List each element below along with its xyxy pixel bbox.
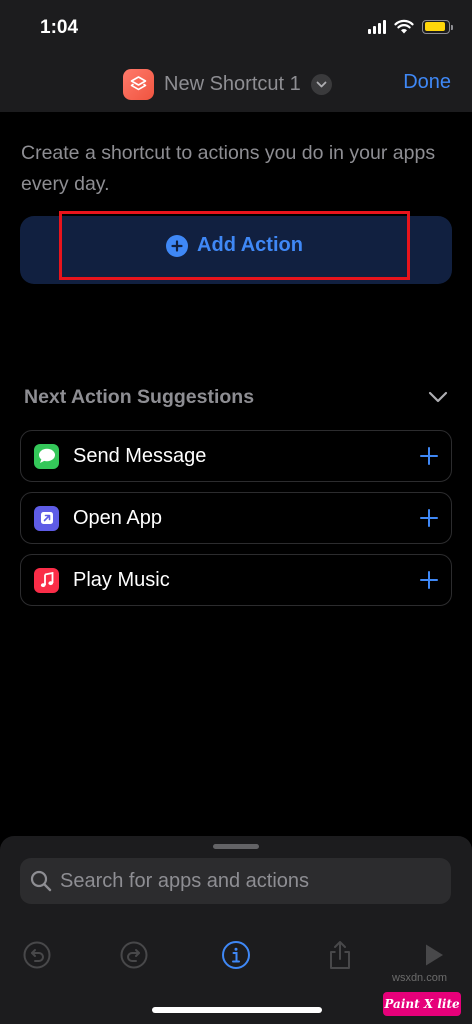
cellular-signal-icon — [368, 19, 386, 34]
search-icon — [30, 870, 52, 892]
battery-icon — [422, 19, 453, 34]
sheet-grabber[interactable] — [213, 844, 259, 849]
shortcuts-icon — [123, 68, 154, 100]
search-field[interactable] — [20, 858, 451, 904]
info-icon — [222, 941, 250, 969]
music-icon — [34, 567, 59, 593]
add-action-label: Add Action — [197, 234, 303, 256]
add-icon[interactable] — [419, 570, 439, 590]
messages-icon — [34, 443, 59, 469]
plus-circle-icon — [166, 234, 189, 257]
add-icon[interactable] — [419, 446, 439, 466]
status-time: 1:04 — [40, 17, 79, 38]
wifi-icon — [394, 19, 414, 34]
suggestion-label: Send Message — [73, 444, 207, 467]
suggestions-title: Next Action Suggestions — [24, 385, 255, 408]
suggestion-send-message[interactable]: Send Message — [20, 430, 452, 482]
watermark-badge: Paint X lite — [383, 992, 461, 1016]
battery-level — [424, 22, 446, 31]
chevron-down-icon — [310, 73, 332, 95]
status-icons — [368, 19, 453, 34]
suggestion-open-app[interactable]: Open App — [20, 492, 452, 544]
add-icon[interactable] — [419, 508, 439, 528]
run-button[interactable] — [419, 940, 449, 970]
watermark-label: Paint X lite — [384, 997, 460, 1011]
redo-icon — [120, 941, 148, 969]
watermark-url: wsxdn.com — [392, 972, 448, 984]
suggestion-label: Play Music — [73, 568, 170, 591]
info-button[interactable] — [221, 940, 251, 970]
undo-icon — [23, 941, 51, 969]
chevron-down-icon — [428, 391, 448, 403]
redo-button[interactable] — [119, 940, 149, 970]
status-bar: 1:04 — [0, 0, 472, 56]
done-button[interactable]: Done — [403, 71, 451, 94]
add-action-button[interactable]: Add Action — [59, 211, 410, 280]
search-input[interactable] — [60, 869, 420, 893]
shortcut-title-menu[interactable]: New Shortcut 1 — [123, 68, 332, 100]
open-app-icon — [34, 505, 59, 531]
intro-text: Create a shortcut to actions you do in y… — [21, 142, 436, 195]
undo-button[interactable] — [22, 940, 52, 970]
suggestion-label: Open App — [73, 506, 162, 529]
share-button[interactable] — [325, 940, 355, 970]
suggestions-header[interactable]: Next Action Suggestions — [24, 384, 448, 410]
suggestion-play-music[interactable]: Play Music — [20, 554, 452, 606]
nav-bar: New Shortcut 1 Done — [0, 56, 472, 112]
home-indicator[interactable] — [152, 1007, 322, 1013]
share-icon — [330, 941, 350, 969]
shortcut-title: New Shortcut 1 — [164, 72, 301, 95]
play-icon — [426, 944, 443, 966]
